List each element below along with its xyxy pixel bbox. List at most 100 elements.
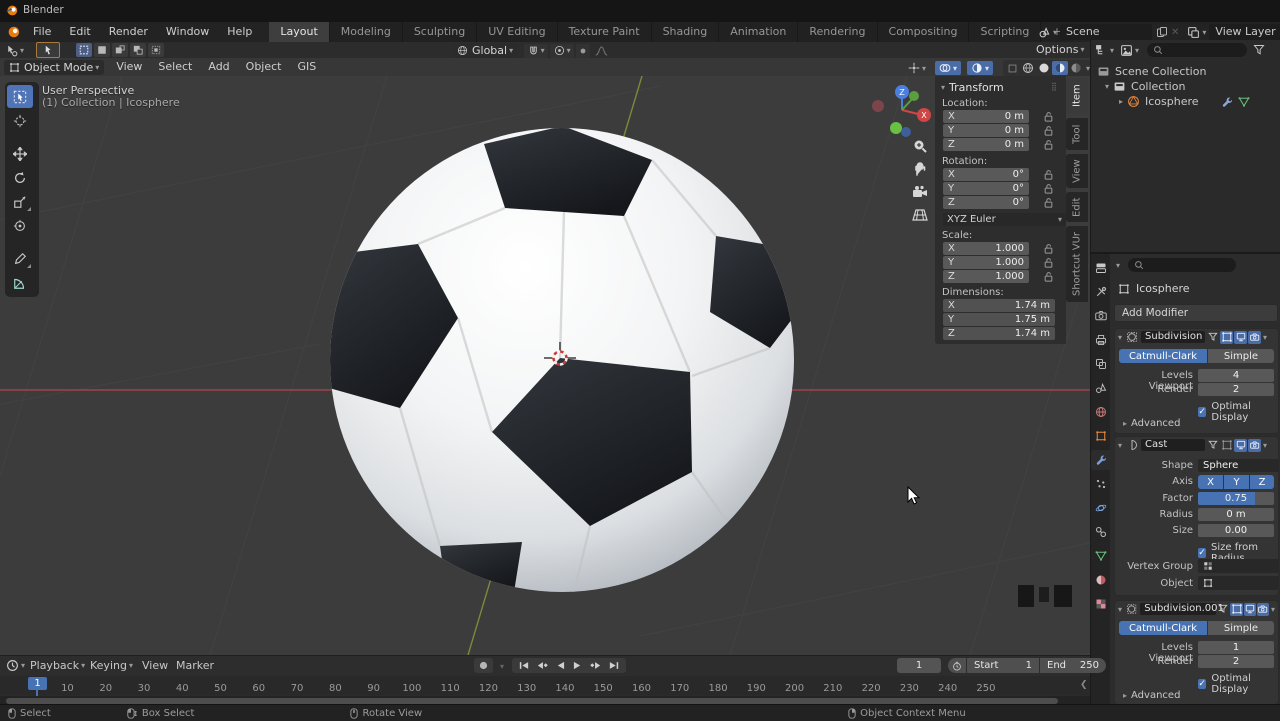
dimension-x-field[interactable]: X 1.74 m [943,299,1055,312]
tool-transform[interactable] [7,214,33,237]
workspace-tab-animation[interactable]: Animation [719,22,799,42]
workspace-tab-compositing[interactable]: Compositing [877,22,970,42]
subdivision-001-levels-field[interactable]: 1 [1198,641,1274,654]
menu-edit[interactable]: Edit [60,22,99,42]
lock-scale-z-icon[interactable] [1041,270,1055,283]
icosphere-modifier-wrench-icon[interactable] [1221,96,1233,108]
menu-help[interactable]: Help [218,22,261,42]
menu-marker[interactable]: Marker [176,659,214,672]
cast-extras-caret[interactable]: ▾ [1263,441,1267,450]
npanel-tab-item[interactable]: Item [1066,78,1088,114]
tab-scene-icon[interactable] [1091,378,1110,398]
workspace-tab-rendering[interactable]: Rendering [798,22,878,42]
subdivision-on-cage-icon[interactable] [1220,330,1234,344]
lock-scale-y-icon[interactable] [1041,256,1055,269]
lock-location-z-icon[interactable] [1041,138,1055,151]
tool-rotate[interactable] [7,166,33,189]
icosphere-expand-caret[interactable]: ▸ [1119,97,1123,106]
show-overlays-icon[interactable]: ▾ [935,61,961,75]
current-frame-field[interactable]: 1 [897,658,941,673]
perspective-toggle-icon[interactable] [912,207,928,223]
cast-on-cage-icon[interactable] [1220,439,1233,452]
tab-output-icon[interactable] [1091,330,1110,350]
scale-z-field[interactable]: Z 1.000 [943,270,1029,283]
npanel-tab-edit[interactable]: Edit [1066,192,1088,222]
cast-axis-y-button[interactable]: Y [1224,475,1249,489]
shading-solid2-icon[interactable] [1036,61,1052,75]
workspace-tab-texture-paint[interactable]: Texture Paint [557,22,652,42]
lock-rotation-z-icon[interactable] [1041,196,1055,209]
cast-vertex-group-field[interactable] [1198,559,1279,573]
select-mode-tweak-icon[interactable] [76,43,93,57]
dimension-y-field[interactable]: Y 1.75 m [943,313,1055,326]
subdivision-name-field[interactable]: Subdivision [1141,331,1206,343]
npanel-tab-view[interactable]: View [1066,154,1088,188]
active-tool-caret[interactable]: ▾ [20,46,24,55]
add-modifier-button[interactable]: Add Modifier [1114,304,1278,322]
tab-texture-icon[interactable] [1091,594,1110,614]
unlink-scene-icon[interactable]: ✕ [1171,27,1179,38]
location-x-field[interactable]: X0 m [943,110,1029,123]
timeline-scrollbar-thumb[interactable] [6,697,1058,704]
transform-panel-header[interactable]: ▾ Transform [941,81,1004,94]
camera-view-icon[interactable] [912,184,928,200]
keying-set-caret[interactable]: ▾ [500,662,504,671]
tool-scale[interactable] [7,190,33,213]
shading-rendered-icon[interactable] [1068,61,1084,75]
rotation-x-field[interactable]: X 0° [943,168,1029,181]
subdivision-simple-button[interactable]: Simple [1208,349,1274,363]
play-reverse-button[interactable] [552,661,569,670]
subdivision-001-header[interactable]: ▾ Subdivision.001 ▾ [1115,601,1278,617]
next-keyframe-button[interactable] [586,661,605,670]
tool-header-toggle[interactable] [36,42,61,58]
menu-file[interactable]: File [24,22,60,42]
subdivision-edit-mode-funnel-icon[interactable] [1206,331,1219,344]
jump-to-start-button[interactable] [515,661,533,670]
outliner-row-scene-collection[interactable]: Scene Collection [1097,64,1280,79]
scene-dropdown-caret[interactable]: ▾ [1053,28,1057,37]
shading-solid-icon[interactable] [1020,61,1036,75]
cast-factor-slider[interactable]: 0.75 [1198,492,1274,505]
show-gizmo-icon[interactable]: ▾ [905,61,929,75]
options-dropdown[interactable]: Options ▾ [1036,43,1084,56]
subdivision-001-render-field[interactable]: 2 [1198,655,1274,668]
select-mode-subtract-icon[interactable] [130,43,147,57]
tool-cursor[interactable] [7,109,33,132]
subdivision-001-expand-caret[interactable]: ▾ [1118,605,1122,614]
subdivision-expand-caret[interactable]: ▾ [1118,333,1122,342]
mode-dropdown[interactable]: Object Mode ▾ [4,59,105,75]
cast-axis-x-button[interactable]: X [1198,475,1223,489]
scale-x-field[interactable]: X 1.000 [943,242,1029,255]
menu-add[interactable]: Add [200,57,237,77]
menu-timeline-view[interactable]: View [142,659,168,672]
workspace-tab-modeling[interactable]: Modeling [329,22,403,42]
workspace-tab-sculpting[interactable]: Sculpting [402,22,478,42]
tab-particles-icon[interactable] [1091,474,1110,494]
current-frame-indicator[interactable]: 1 [28,677,47,690]
workspace-tab-shading[interactable]: Shading [651,22,720,42]
tab-material-icon[interactable] [1091,570,1110,590]
soccer-ball-object[interactable] [322,126,802,592]
rotation-z-field[interactable]: Z 0° [943,196,1029,209]
tool-annotate[interactable] [7,247,33,270]
shading-wireframe-icon[interactable] [1004,61,1020,75]
subdivision-001-realtime-icon[interactable] [1243,602,1256,616]
subdivision-001-render-icon[interactable] [1256,602,1270,616]
cast-realtime-icon[interactable] [1234,438,1248,452]
subdivision-001-catmull-button[interactable]: Catmull-Clark [1119,621,1207,635]
npanel-tab-tool[interactable]: Tool [1066,118,1088,150]
select-mode-intersect-icon[interactable] [148,43,165,57]
location-y-field[interactable]: Y0 m [943,124,1029,137]
select-mode-box-icon[interactable] [94,43,111,57]
outliner-display-mode-icon[interactable] [1095,44,1108,57]
cast-render-icon[interactable] [1248,438,1262,452]
npanel-tab-shortcut-vur[interactable]: Shortcut VUr [1066,226,1088,302]
subdivision-001-optimal-display-checkbox[interactable]: ✓ Optimal Display [1198,673,1278,695]
tab-object-data-icon[interactable] [1091,546,1110,566]
cast-edit-mode-funnel-icon[interactable] [1206,439,1219,452]
cast-header[interactable]: ▾ Cast ▾ [1115,437,1278,453]
tool-move[interactable] [7,142,33,165]
menu-keying[interactable]: Keying ▾ [90,659,133,672]
tab-object-icon[interactable] [1091,426,1110,446]
3d-viewport[interactable]: User Perspective (1) Collection | Icosph… [0,76,1090,655]
